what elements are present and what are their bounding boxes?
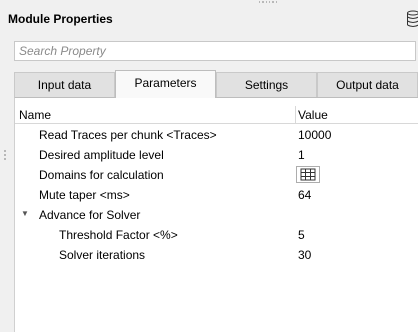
search-property-field[interactable]	[14, 41, 416, 61]
column-divider[interactable]	[295, 106, 296, 123]
property-row[interactable]: Domains for calculation	[15, 165, 418, 185]
value-column-header[interactable]: Value	[298, 108, 328, 122]
tab-settings[interactable]: Settings	[216, 72, 317, 97]
property-value[interactable]: 10000	[298, 128, 331, 142]
property-row[interactable]: Threshold Factor <%> 5	[15, 225, 418, 245]
search-input[interactable]	[15, 42, 415, 60]
property-name: Mute taper <ms>	[39, 188, 130, 202]
panel-title: Module Properties	[8, 12, 113, 26]
property-name: Solver iterations	[59, 248, 146, 262]
property-name: Threshold Factor <%>	[59, 228, 178, 242]
database-icon[interactable]	[406, 10, 418, 28]
property-value[interactable]: 64	[298, 188, 311, 202]
drag-grip-icon[interactable]	[259, 1, 277, 5]
splitter-grip-icon[interactable]	[4, 150, 6, 162]
tab-parameters[interactable]: Parameters	[115, 70, 216, 98]
property-row[interactable]: Read Traces per chunk <Traces> 10000	[15, 125, 418, 145]
property-grid: Name Value Read Traces per chunk <Traces…	[14, 97, 418, 332]
domains-editor-button[interactable]	[296, 166, 320, 183]
expand-arrow-icon[interactable]: ▼	[21, 209, 29, 218]
tab-input-data[interactable]: Input data	[14, 72, 115, 97]
property-value[interactable]: 1	[298, 148, 305, 162]
property-value[interactable]: 30	[298, 248, 311, 262]
property-group-name: Advance for Solver	[39, 208, 141, 222]
property-group-row[interactable]: ▼ Advance for Solver	[15, 205, 418, 225]
property-name: Domains for calculation	[39, 168, 164, 182]
property-row[interactable]: Solver iterations 30	[15, 245, 418, 265]
tab-bar: Input data Parameters Settings Output da…	[14, 70, 418, 98]
name-column-header[interactable]: Name	[19, 108, 51, 122]
panel-title-bar: Module Properties	[0, 0, 418, 38]
property-value[interactable]: 5	[298, 228, 305, 242]
grid-icon	[300, 168, 316, 181]
property-grid-header: Name Value	[15, 106, 418, 124]
tab-output-data[interactable]: Output data	[317, 72, 418, 97]
property-name: Desired amplitude level	[39, 148, 164, 162]
property-row[interactable]: Desired amplitude level 1	[15, 145, 418, 165]
property-name: Read Traces per chunk <Traces>	[39, 128, 217, 142]
property-row[interactable]: Mute taper <ms> 64	[15, 185, 418, 205]
